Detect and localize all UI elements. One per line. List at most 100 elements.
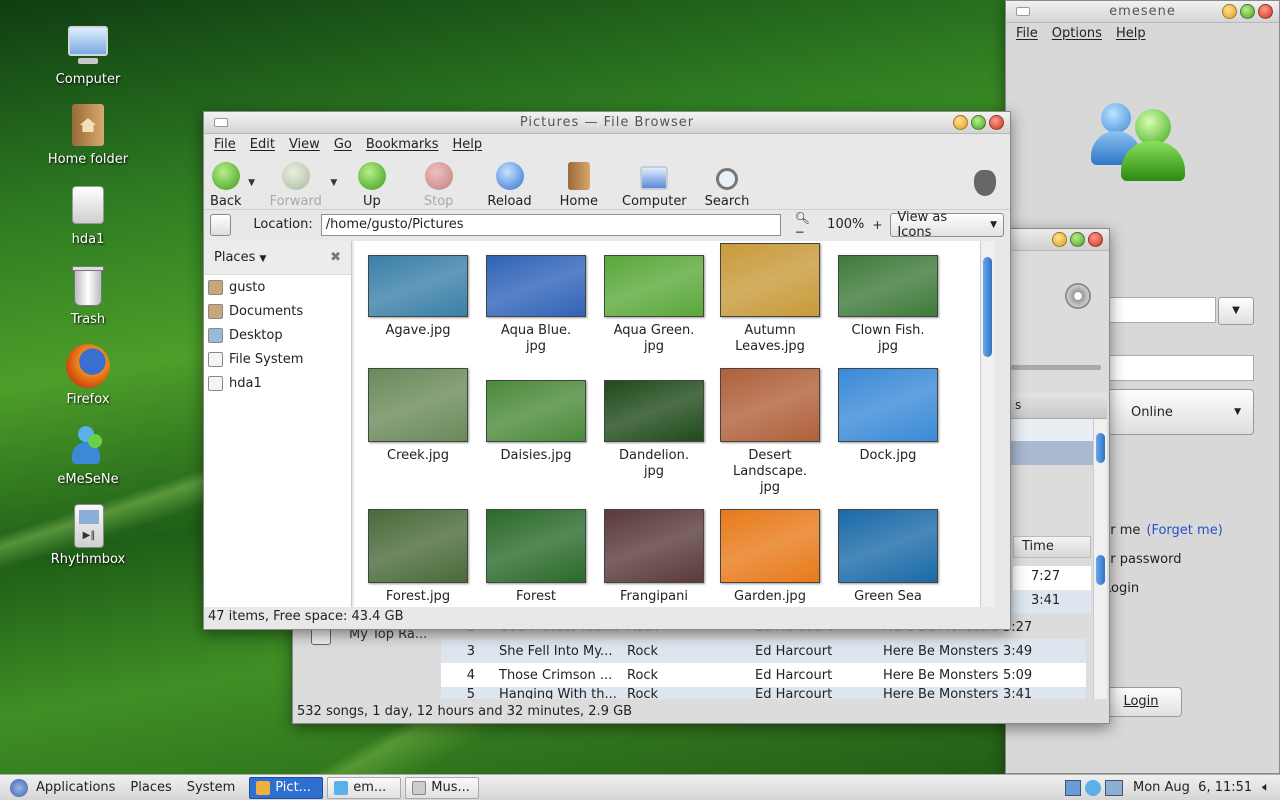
desktop-icon-trash[interactable]: Trash [33,264,143,327]
menu-go[interactable]: Go [334,137,352,152]
table-row[interactable]: 5 Hanging With th... Rock Ed Harcourt He… [441,687,1086,699]
icon-view-scrollbar[interactable] [980,241,994,607]
seek-slider[interactable] [1011,365,1101,370]
menu-file[interactable]: File [1016,26,1038,41]
column-time[interactable]: Time [1013,536,1091,558]
file-item[interactable]: Green Sea [829,509,947,605]
sidebar-item-file-system[interactable]: File System [204,347,351,371]
desktop-icon-rhythmbox[interactable]: ▶‖ Rhythmbox [33,504,143,567]
forward-button[interactable]: Forward [258,157,334,209]
status-select-value: Online [1131,404,1173,420]
back-history-dropdown[interactable]: ▼ [246,157,258,209]
close-button[interactable] [1258,4,1273,19]
menu-edit[interactable]: Edit [250,137,275,152]
email-dropdown-button[interactable]: ▼ [1218,297,1254,325]
file-item[interactable]: Desert Landscape. jpg [711,368,829,496]
applications-menu[interactable]: Applications [36,780,115,795]
status-select[interactable]: Online ▼ [1106,389,1254,435]
file-item[interactable]: Clown Fish. jpg [829,255,947,355]
maximize-button[interactable] [1240,4,1255,19]
computer-button[interactable]: Computer [612,157,697,209]
close-sidebar-icon[interactable]: ✖ [330,250,341,265]
window-menu-icon[interactable] [214,118,228,127]
browser-list-selected[interactable] [1011,441,1093,465]
task-button-emesene[interactable]: em... [327,776,402,799]
emesene-tray-icon[interactable] [1084,779,1101,796]
menu-options[interactable]: Options [1052,26,1102,41]
file-item[interactable]: Frangipani [595,509,713,605]
minimize-button[interactable] [1052,232,1067,247]
menu-help[interactable]: Help [1116,26,1146,41]
stop-button[interactable]: Stop [404,157,474,209]
desktop-icon-hda1[interactable]: hda1 [33,184,143,247]
volume-icon[interactable]: 🔈︎ [1262,780,1270,795]
close-button[interactable] [1088,232,1103,247]
table-row[interactable]: 3 She Fell Into My... Rock Ed Harcourt H… [441,639,1086,663]
desktop-icon-computer[interactable]: Computer [33,24,143,87]
file-item[interactable]: Dock.jpg [829,368,947,464]
file-item[interactable]: Daisies.jpg [477,380,595,464]
desktop-icon-label: Computer [55,72,121,87]
toggle-location-icon[interactable] [210,213,232,236]
menu-help[interactable]: Help [452,137,482,152]
sidebar-item-gusto[interactable]: gusto [204,275,351,299]
login-button[interactable]: Login [1100,687,1182,717]
task-button-music[interactable]: Mus... [405,776,480,799]
chevron-down-icon: ▼ [990,219,998,230]
table-row[interactable]: 4 Those Crimson ... Rock Ed Harcourt Her… [441,663,1086,687]
track-list-scrollbar[interactable] [1093,537,1107,699]
file-item[interactable]: Creek.jpg [359,368,477,464]
file-item[interactable]: Garden.jpg [711,509,829,605]
back-button[interactable]: Back [208,157,244,209]
desktop-icon-label: Trash [70,312,106,327]
places-selector[interactable]: Places ▼ [214,250,266,265]
forget-me-link[interactable]: (Forget me) [1146,523,1222,538]
search-button[interactable]: Search [697,157,758,209]
view-mode-select[interactable]: View as Icons ▼ [890,210,1005,240]
file-browser-titlebar[interactable]: Pictures — File Browser [204,112,1010,134]
file-item[interactable]: Dandelion. jpg [595,380,713,480]
zoom-in-icon[interactable]: + [872,218,882,232]
network-disconnected-icon[interactable] [1104,779,1123,796]
minimize-button[interactable] [1222,4,1237,19]
file-item[interactable]: Agave.jpg [359,255,477,339]
forward-history-dropdown[interactable]: ▼ [328,157,340,209]
file-item[interactable]: Aqua Green. jpg [595,255,713,355]
location-label: Location: [253,217,313,232]
up-button[interactable]: Up [340,157,404,209]
clock[interactable]: Mon Aug 6, 11:51 [1133,780,1252,795]
file-item[interactable]: Autumn Leaves.jpg [711,243,829,355]
update-notifier-icon[interactable] [1064,779,1081,796]
desktop-icon-firefox[interactable]: Firefox [33,344,143,407]
file-item[interactable]: Forest [477,509,595,605]
reload-button[interactable]: Reload [473,157,545,209]
menu-bookmarks[interactable]: Bookmarks [366,137,439,152]
emesene-titlebar[interactable]: emesene [1006,1,1279,23]
zoom-level[interactable]: 100% [827,217,864,232]
email-field[interactable] [1106,297,1216,323]
volume-icon[interactable] [1065,283,1091,309]
minimize-button[interactable] [953,115,968,130]
maximize-button[interactable] [1070,232,1085,247]
sidebar-item-hda1[interactable]: hda1 [204,371,351,395]
home-button[interactable]: Home [546,157,612,209]
menu-view[interactable]: View [289,137,320,152]
file-item[interactable]: Aqua Blue. jpg [477,255,595,355]
location-input[interactable]: /home/gusto/Pictures [320,213,781,236]
desktop-icon-home-folder[interactable]: Home folder [33,104,143,167]
system-menu[interactable]: System [187,780,235,795]
file-item[interactable]: Forest.jpg [359,509,477,605]
close-button[interactable] [989,115,1004,130]
menu-file[interactable]: File [214,137,236,152]
browser-column-header[interactable]: s [1011,393,1107,419]
browser-scrollbar[interactable] [1093,419,1107,549]
desktop-icon-emesene[interactable]: eMeSeNe [33,424,143,487]
sidebar-item-desktop[interactable]: Desktop [204,323,351,347]
places-menu[interactable]: Places [130,780,171,795]
password-field[interactable] [1106,355,1254,381]
maximize-button[interactable] [971,115,986,130]
task-button-pictures[interactable]: Pict... [249,776,324,799]
zoom-out-icon[interactable]: 🔍︎− [795,211,820,239]
sidebar-item-documents[interactable]: Documents [204,299,351,323]
window-menu-icon[interactable] [1016,7,1030,16]
